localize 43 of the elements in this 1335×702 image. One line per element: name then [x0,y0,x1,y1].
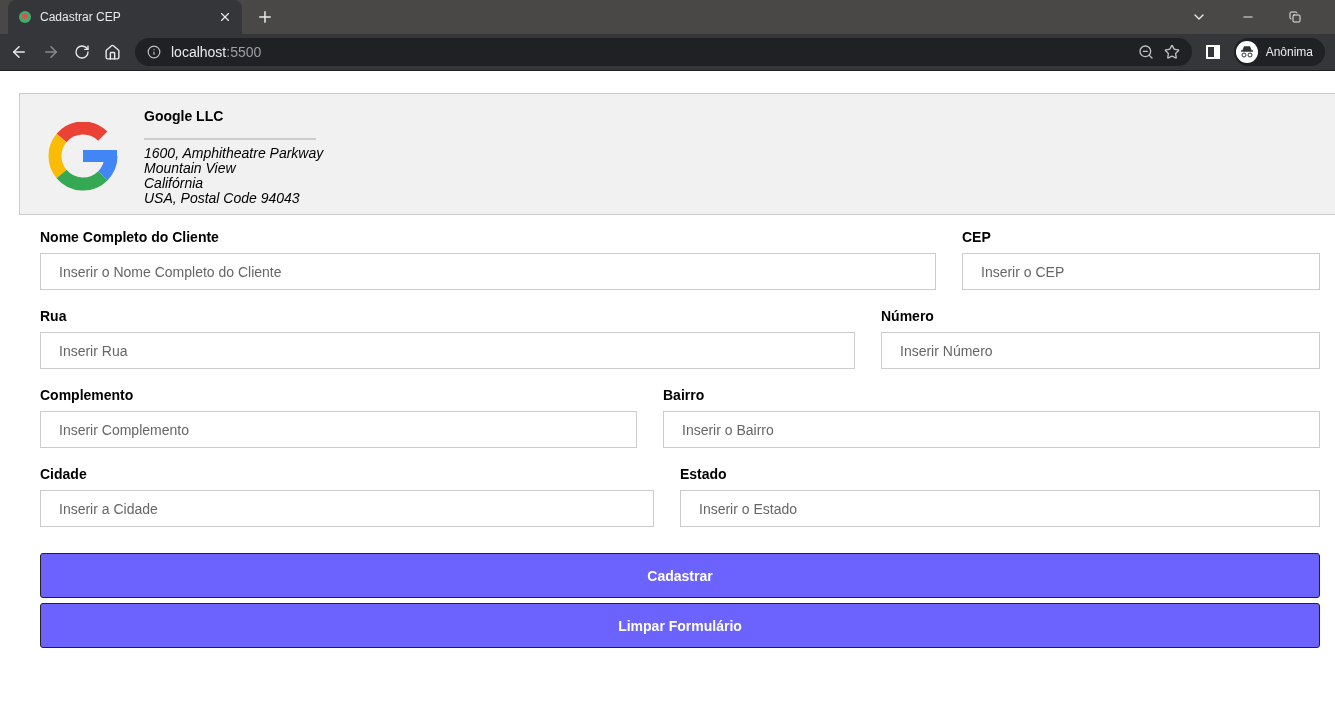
input-field[interactable]: Inserir o Bairro [663,411,1320,448]
new-tab-icon[interactable] [256,8,274,26]
close-icon[interactable] [218,10,232,24]
profile-button[interactable]: Anônima [1233,38,1325,66]
back-icon[interactable] [10,43,28,61]
field-label: Estado [680,466,728,482]
field-label: Rua [40,308,68,324]
side-panel-icon[interactable] [1205,45,1220,59]
address-line: 1600, Amphitheatre Parkway [144,146,324,161]
input-field[interactable]: Inserir Complemento [40,411,637,448]
field-label: Bairro [663,387,706,403]
restore-icon[interactable] [1289,11,1301,23]
star-icon[interactable] [1163,44,1180,60]
field-label: Nome Completo do Cliente [40,229,220,245]
company-name: Google LLC [144,108,225,124]
info-icon [147,45,161,59]
url-port: :5500 [226,44,262,60]
home-icon[interactable] [104,43,121,61]
input-field[interactable]: Inserir o Nome Completo do Cliente [40,253,936,290]
address-line: Mountain View [144,161,236,176]
zoom-out-icon[interactable] [1137,44,1154,60]
input-field[interactable]: Inserir Rua [40,332,855,369]
tab-title: Cadastrar CEP [40,10,122,24]
forward-icon[interactable] [42,43,60,61]
reload-icon[interactable] [74,44,90,60]
field-label: CEP [962,229,992,245]
browser-tab[interactable]: Cadastrar CEP [8,0,242,34]
clear-button[interactable]: Limpar Formulário [40,603,1320,648]
profile-name: Anônima [1265,45,1313,59]
input-field[interactable]: Inserir Número [881,332,1320,369]
input-field[interactable]: Inserir o Estado [680,490,1320,527]
input-field[interactable]: Inserir a Cidade [40,490,654,527]
input-field[interactable]: Inserir o CEP [962,253,1320,290]
address-line: Califórnia [144,176,205,191]
field-label: Complemento [40,387,135,403]
address-line: USA, Postal Code 94043 [144,191,301,206]
address-bar[interactable]: localhost:5500 [135,38,1192,66]
field-label: Número [881,308,935,324]
url-host: localhost [171,44,227,60]
incognito-icon [1235,41,1258,63]
favicon-icon [18,10,32,24]
submit-button[interactable]: Cadastrar [40,553,1320,598]
field-label: Cidade [40,466,88,482]
